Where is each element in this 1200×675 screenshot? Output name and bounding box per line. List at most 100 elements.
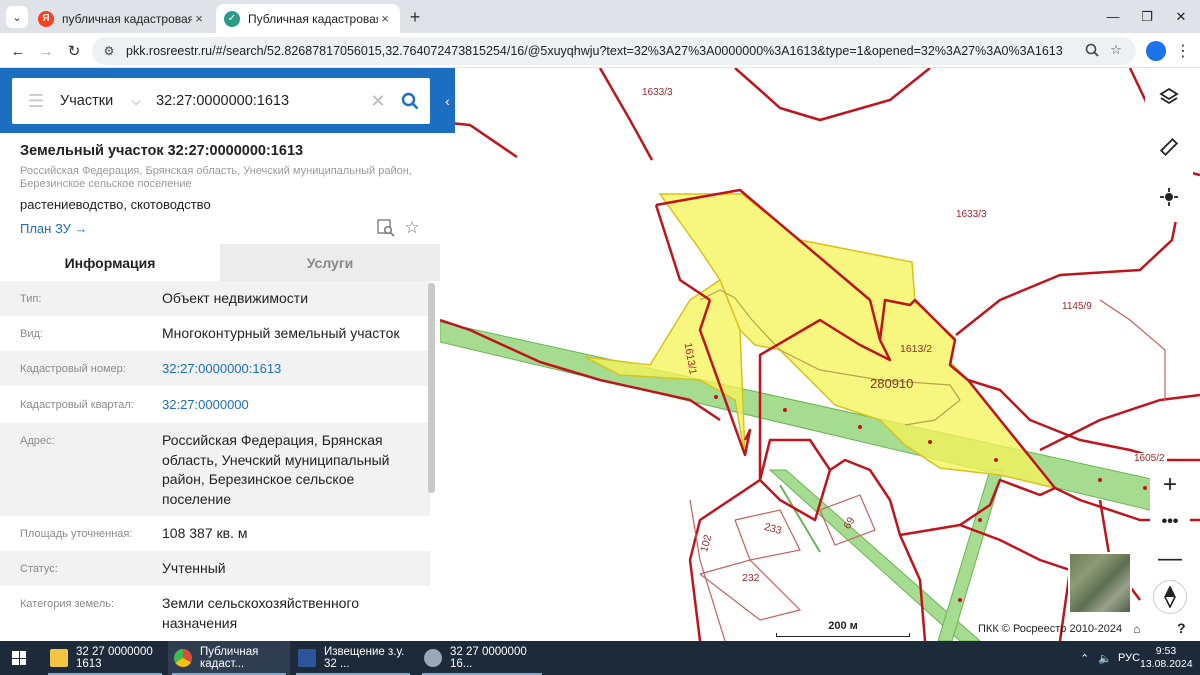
taskbar-label: Извещение з.у. 32 ...	[324, 646, 405, 670]
zoom-out-button[interactable]: —	[1150, 540, 1190, 577]
parcel-label: 1633/3	[640, 87, 675, 98]
taskbar-item-word[interactable]: Извещение з.у. 32 ...	[292, 641, 414, 675]
quarter-label: 280910	[870, 376, 914, 391]
info-key: Адрес:	[20, 435, 55, 447]
info-value: Объект недвижимости	[162, 290, 309, 306]
tab-services[interactable]: Услуги	[220, 244, 440, 281]
yandex-icon: Я	[38, 10, 54, 27]
paint-icon	[424, 649, 442, 667]
close-tab-icon[interactable]: ×	[192, 11, 206, 26]
cadastral-number-link[interactable]: 32:27:0000000:1613	[162, 359, 420, 379]
chrome-icon	[174, 649, 192, 667]
zoom-controls: + ••• —	[1150, 466, 1190, 578]
locate-button[interactable]	[1145, 172, 1193, 222]
browser-menu-icon[interactable]: ⋮	[1175, 40, 1191, 62]
taskbar-label: Публичная кадаст...	[200, 646, 259, 670]
layers-button[interactable]	[1145, 72, 1193, 122]
plan-link[interactable]: План ЗУ →	[20, 221, 88, 236]
info-value: Учтенный	[162, 560, 226, 576]
search-box: ☰ Участки ⌵ 32:27:0000000:1613 ✕	[12, 78, 430, 124]
compass-icon	[1164, 586, 1176, 608]
info-row-cadastral-quarter: Кадастровый квартал: 32:27:0000000	[0, 386, 430, 423]
tab-label: публичная кадастровая карта	[62, 11, 192, 26]
info-row-status: Статус: Учтенный	[0, 551, 430, 586]
taskbar-label: 32 27 0000000 1613	[76, 646, 153, 670]
info-key: Площадь уточненная:	[20, 528, 133, 540]
info-table: Тип: Объект недвижимости Вид: Многоконту…	[0, 281, 430, 641]
info-value: Российская Федерация, Брянская область, …	[162, 432, 390, 507]
forward-button[interactable]: →	[34, 39, 58, 63]
search-type-select[interactable]: Участки	[60, 93, 116, 109]
info-row-land-category: Категория земель: Земли сельскохозяйстве…	[0, 586, 430, 641]
info-row-type: Тип: Объект недвижимости	[0, 281, 430, 316]
favorite-star-icon[interactable]: ☆	[402, 218, 422, 238]
parcel-label: 232	[742, 572, 760, 584]
search-bar: ☰ Участки ⌵ 32:27:0000000:1613 ✕	[0, 68, 440, 133]
volume-icon[interactable]: 🔈	[1098, 641, 1112, 675]
system-clock[interactable]: 9:53 13.08.2024	[1140, 645, 1193, 671]
parcel-label: 1613/2	[900, 343, 933, 355]
parcel-label: 1633/3	[954, 209, 989, 220]
browser-toolbar: ← → ↻ ⚙ pkk.rosreestr.ru/#/search/52.826…	[0, 33, 1200, 68]
word-icon	[298, 649, 316, 667]
info-key: Тип:	[20, 293, 42, 305]
search-input[interactable]: 32:27:0000000:1613	[156, 93, 366, 109]
satellite-minimap[interactable]	[1068, 552, 1132, 614]
info-row-area: Площадь уточненная: 108 387 кв. м	[0, 516, 430, 551]
language-indicator[interactable]: РУС	[1118, 641, 1140, 675]
tab-rosreestr[interactable]: ✓ Публичная кадастровая карта ×	[216, 4, 400, 33]
reload-button[interactable]: ↻	[62, 39, 86, 63]
close-tab-icon[interactable]: ×	[378, 11, 392, 26]
new-tab-button[interactable]: +	[404, 6, 426, 28]
scale-bar	[776, 633, 910, 637]
panel-scrollbar[interactable]	[428, 283, 435, 493]
zoom-in-button[interactable]: +	[1150, 466, 1190, 503]
tab-yandex[interactable]: Я публичная кадастровая карта ×	[30, 4, 214, 33]
tab-search-menu-icon[interactable]: ⌄	[6, 6, 28, 28]
find-on-map-icon[interactable]	[376, 218, 396, 238]
info-value: Многоконтурный земельный участок	[162, 325, 400, 341]
folder-icon	[50, 649, 68, 667]
tab-label: Публичная кадастровая карта	[248, 11, 378, 26]
ruler-icon	[1159, 137, 1179, 157]
screen: ⌄ Я публичная кадастровая карта × ✓ Публ…	[0, 0, 1200, 675]
info-value: Земли сельскохозяйственного назначения	[162, 595, 360, 631]
help-icon[interactable]: ?	[1177, 620, 1186, 636]
map-scale: 200 м	[776, 620, 910, 637]
info-value: 108 387 кв. м	[162, 525, 248, 541]
cadastral-quarter-link[interactable]: 32:27:0000000	[162, 395, 420, 415]
info-key: Вид:	[20, 328, 43, 340]
clear-icon[interactable]: ✕	[366, 91, 390, 112]
menu-icon[interactable]: ☰	[12, 91, 60, 112]
taskbar-item-image[interactable]: 32 27 0000000 16...	[418, 641, 546, 675]
windows-start-icon[interactable]	[12, 651, 26, 665]
tray-chevron-icon[interactable]: ⌃	[1080, 641, 1089, 675]
parcel-label: 1145/9	[1060, 301, 1094, 312]
compass-button[interactable]	[1153, 580, 1187, 614]
collapse-panel-button[interactable]: ‹	[440, 68, 455, 133]
chevron-down-icon[interactable]: ⌵	[116, 94, 156, 109]
profile-avatar[interactable]	[1146, 41, 1166, 61]
tab-information[interactable]: Информация	[0, 244, 220, 281]
crosshair-icon	[1160, 188, 1178, 206]
address-bar[interactable]: ⚙ pkk.rosreestr.ru/#/search/52.826878170…	[92, 37, 1136, 65]
close-window-button[interactable]: ✕	[1158, 0, 1200, 33]
info-panel: ☰ Участки ⌵ 32:27:0000000:1613 ✕ Земельн…	[0, 68, 440, 641]
panel-tabs: Информация Услуги	[0, 244, 440, 281]
taskbar-item-chrome[interactable]: Публичная кадаст...	[168, 641, 290, 675]
clock-date: 13.08.2024	[1140, 658, 1193, 670]
back-button[interactable]: ←	[6, 39, 30, 63]
search-button[interactable]	[390, 92, 430, 110]
more-icon[interactable]: •••	[1150, 503, 1190, 540]
info-row-address: Адрес: Российская Федерация, Брянская об…	[0, 423, 430, 516]
object-title: Земельный участок 32:27:0000000:1613	[20, 143, 304, 159]
measure-button[interactable]	[1145, 122, 1193, 172]
map-copyright: ПКК © Росреестр 2010-2024	[978, 623, 1123, 635]
home-icon[interactable]: ⌂	[1133, 622, 1140, 636]
object-use: растениеводство, скотоводство	[20, 197, 211, 212]
taskbar-item-folder[interactable]: 32 27 0000000 1613	[44, 641, 166, 675]
zoom-icon[interactable]	[1082, 39, 1102, 61]
bookmark-star-icon[interactable]: ☆	[1106, 39, 1126, 61]
info-key: Кадастровый номер:	[20, 363, 126, 375]
site-info-icon[interactable]: ⚙	[100, 44, 118, 58]
